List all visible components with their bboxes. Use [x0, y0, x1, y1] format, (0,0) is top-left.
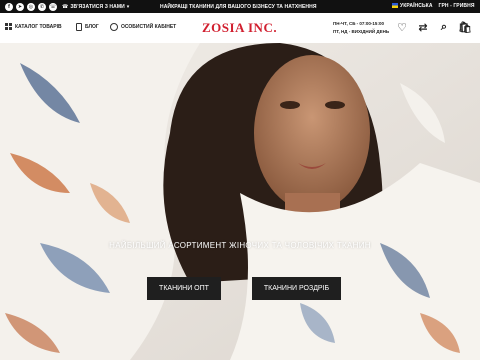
search-icon[interactable]: ⌕ [438, 21, 450, 33]
viber-icon[interactable]: ☏ [49, 2, 57, 11]
hero-image [0, 43, 480, 360]
document-icon [76, 23, 82, 31]
language-select[interactable]: УКРАЇНСЬКА [392, 3, 433, 9]
user-icon [110, 23, 118, 31]
locale-selectors: УКРАЇНСЬКА ГРН - ГРИВНЯ [392, 3, 475, 9]
blog-label: БЛОГ [85, 24, 99, 30]
promo-text: НАЙКРАЩІ ТКАНИНИ ДЛЯ ВАШОГО БІЗНЕСУ ТА Н… [160, 4, 317, 10]
hours-line-2: ПТ, НД - ВИХІДНИЙ ДЕНЬ [333, 29, 390, 34]
social-links: f ➤ ◎ ✆ ☏ [0, 2, 57, 11]
account-label: ОСОБИСТИЙ КАБІНЕТ [121, 24, 177, 30]
grid-icon [5, 23, 12, 30]
retail-fabrics-button[interactable]: ТКАНИНИ РОЗДРІБ [252, 277, 341, 300]
header-icons: ♡ ⇄ ⌕ 🛍 [396, 21, 472, 34]
ukraine-flag-icon [392, 3, 398, 9]
site-header: КАТАЛОГ ТОВАРІВ БЛОГ ОСОБИСТИЙ КАБІНЕТ Z… [0, 13, 480, 43]
hero-banner: НАЙБІЛЬШИЙ АСОРТИМЕНТ ЖІНОЧИХ ТА ЧОЛОВІЧ… [0, 43, 480, 360]
account-link[interactable]: ОСОБИСТИЙ КАБІНЕТ [110, 23, 176, 31]
wholesale-fabrics-button[interactable]: ТКАНИНИ ОПТ [147, 277, 221, 300]
catalog-link[interactable]: КАТАЛОГ ТОВАРІВ [5, 23, 62, 30]
cart-icon[interactable]: 🛍 [458, 21, 472, 34]
hero-tagline: НАЙБІЛЬШИЙ АСОРТИМЕНТ ЖІНОЧИХ ТА ЧОЛОВІЧ… [109, 241, 371, 250]
catalog-label: КАТАЛОГ ТОВАРІВ [15, 23, 62, 30]
blog-link[interactable]: БЛОГ [76, 23, 99, 31]
heart-icon[interactable]: ♡ [396, 21, 408, 34]
instagram-icon[interactable]: ◎ [27, 2, 35, 11]
facebook-icon[interactable]: f [5, 2, 13, 11]
contact-button[interactable]: ☎ ЗВ'ЯЗАТИСЯ З НАМИ ▾ [62, 4, 129, 10]
language-label: УКРАЇНСЬКА [400, 3, 433, 9]
working-hours: ПН-ЧТ, СБ - 07:00-15:00 ПТ, НД - ВИХІДНИ… [333, 20, 389, 36]
top-bar: f ➤ ◎ ✆ ☏ ☎ ЗВ'ЯЗАТИСЯ З НАМИ ▾ НАЙКРАЩІ… [0, 0, 480, 13]
currency-label: ГРН - ГРИВНЯ [438, 3, 475, 9]
contact-label: ЗВ'ЯЗАТИСЯ З НАМИ [70, 3, 125, 10]
currency-select[interactable]: ГРН - ГРИВНЯ [439, 3, 475, 9]
chevron-down-icon: ▾ [126, 3, 130, 10]
phone-icon: ☎ [62, 3, 69, 10]
hours-line-1: ПН-ЧТ, СБ - 07:00-15:00 [333, 21, 384, 26]
compare-icon[interactable]: ⇄ [417, 21, 429, 34]
telegram-icon[interactable]: ➤ [16, 2, 24, 11]
site-logo[interactable]: ZOSIA INC. [202, 20, 277, 36]
whatsapp-icon[interactable]: ✆ [38, 2, 46, 11]
